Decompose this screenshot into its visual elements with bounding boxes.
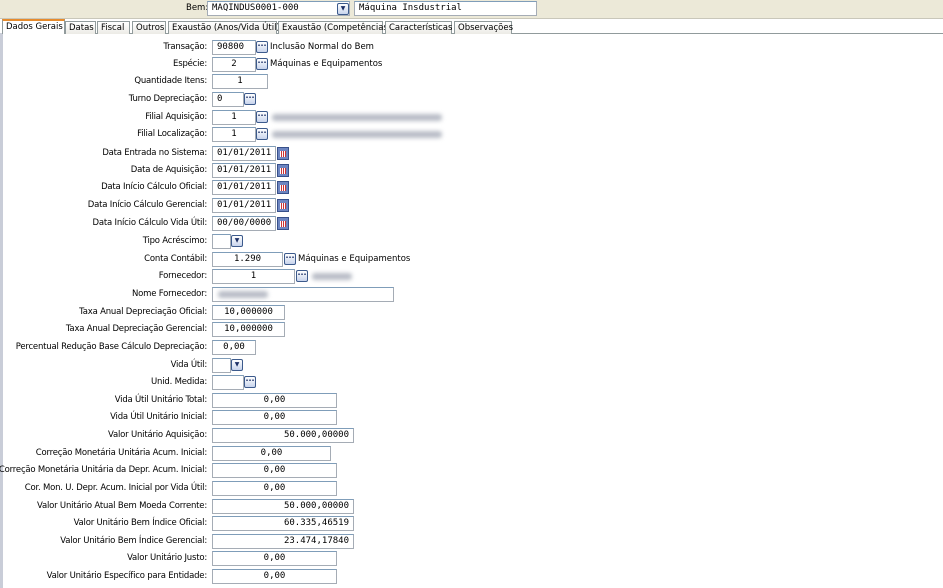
conta-contabil-description: Máquinas e Equipamentos <box>298 254 411 264</box>
correcao-acum-label: Correção Monetária Unitária Acum. Inicia… <box>35 448 207 458</box>
vida-util-inicial-input[interactable]: 0,00 <box>212 410 337 425</box>
unid-medida-input[interactable] <box>212 375 244 390</box>
data-aquisicao-label: Data de Aquisição: <box>130 165 207 175</box>
valor-especifico-input[interactable]: 0,00 <box>212 569 337 584</box>
data-inicio-gerencial-input[interactable]: 01/01/2011 <box>212 198 276 213</box>
vida-util-label: Vida Útil: <box>170 360 208 370</box>
data-inicio-oficial-input[interactable]: 01/01/2011 <box>212 180 276 195</box>
taxa-oficial-input[interactable]: 10,000000 <box>212 305 285 320</box>
data-entrada-input[interactable]: 01/01/2011 <box>212 146 276 161</box>
redacted-text <box>218 291 268 298</box>
especie-lookup-button[interactable]: ··· <box>256 58 268 70</box>
transacao-label: Transação: <box>163 42 207 52</box>
tab-observacoes[interactable]: Observações <box>454 21 513 34</box>
turno-label: Turno Depreciação: <box>128 94 207 104</box>
especie-input[interactable]: 2 <box>212 57 256 72</box>
filial-aquisicao-input[interactable]: 1 <box>212 110 256 125</box>
turno-lookup-button[interactable]: ··· <box>244 93 256 105</box>
percentual-reducao-input[interactable]: 0,00 <box>212 340 256 355</box>
transacao-lookup-button[interactable]: ··· <box>256 41 268 53</box>
correcao-depr-label: Correção Monetária Unitária da Depr. Acu… <box>0 465 207 475</box>
valor-justo-label: Valor Unitário Justo: <box>127 553 207 563</box>
left-border <box>0 33 3 588</box>
especie-label: Espécie: <box>173 59 207 69</box>
data-inicio-vida-util-label: Data Início Cálculo Vida Útil: <box>92 218 208 228</box>
correcao-acum-input[interactable]: 0,00 <box>212 446 331 461</box>
fornecedor-label: Fornecedor: <box>158 271 207 281</box>
unid-medida-label: Unid. Medida: <box>151 377 207 387</box>
cor-mon-vida-label: Cor. Mon. U. Depr. Acum. Inicial por Vid… <box>24 483 207 493</box>
percentual-reducao-label: Percentual Redução Base Cálculo Deprecia… <box>15 342 207 352</box>
tipo-acrescimo-label: Tipo Acréscimo: <box>142 236 207 246</box>
unid-medida-lookup-button[interactable]: ··· <box>244 376 256 388</box>
filial-localizacao-input[interactable]: 1 <box>212 127 256 142</box>
nome-fornecedor-input[interactable] <box>212 287 394 302</box>
vida-util-total-label: Vida Útil Unitário Total: <box>114 395 207 405</box>
filial-aquisicao-description-redacted <box>272 114 442 121</box>
valor-atual-label: Valor Unitário Atual Bem Moeda Corrente: <box>37 501 207 511</box>
vida-util-dropdown-button[interactable]: ▼ <box>231 359 243 371</box>
bem-code-input[interactable]: MAQINDUS0001-000 <box>207 1 350 16</box>
data-inicio-oficial-label: Data Início Cálculo Oficial: <box>101 182 207 192</box>
bem-dropdown-button[interactable]: ▼ <box>337 3 349 15</box>
valor-especifico-label: Valor Unitário Específico para Entidade: <box>46 571 208 581</box>
especie-description: Máquinas e Equipamentos <box>270 59 383 69</box>
data-aquisicao-input[interactable]: 01/01/2011 <box>212 163 276 178</box>
data-inicio-vida-util-calendar-icon[interactable] <box>277 217 289 230</box>
turno-input[interactable]: 0 <box>212 92 244 107</box>
quantidade-input[interactable]: 1 <box>212 74 268 89</box>
filial-localizacao-lookup-button[interactable]: ··· <box>256 128 268 140</box>
vida-util-total-input[interactable]: 0,00 <box>212 393 337 408</box>
valor-indice-gerencial-label: Valor Unitário Bem Índice Gerencial: <box>60 536 207 546</box>
bem-label: Bem: <box>186 3 209 13</box>
tab-fiscal[interactable]: Fiscal <box>97 21 130 34</box>
fornecedor-lookup-button[interactable]: ··· <box>296 270 308 282</box>
valor-indice-gerencial-input[interactable]: 23.474,17840 <box>212 534 354 549</box>
tab-exaustao-competencias[interactable]: Exaustão (Competências) <box>278 21 391 34</box>
tab-outros[interactable]: Outros <box>132 21 166 34</box>
conta-contabil-input[interactable]: 1.290 <box>212 252 283 267</box>
data-entrada-label: Data Entrada no Sistema: <box>102 148 207 158</box>
header-bar: Bem: MAQINDUS0001-000 ▼ Máquina Insdustr… <box>0 0 943 19</box>
vida-util-input[interactable] <box>212 358 231 373</box>
tab-exaustao-anos[interactable]: Exaustão (Anos/Vida Útil) <box>168 21 280 34</box>
transacao-description: Inclusão Normal do Bem <box>270 42 374 52</box>
filial-aquisicao-label: Filial Aquisição: <box>145 112 207 122</box>
quantidade-label: Quantidade Itens: <box>134 76 207 86</box>
tab-datas[interactable]: Datas <box>65 21 96 34</box>
fornecedor-input[interactable]: 1 <box>212 269 295 284</box>
data-inicio-vida-util-input[interactable]: 00/00/0000 <box>212 216 276 231</box>
conta-contabil-label: Conta Contábil: <box>144 254 207 264</box>
data-inicio-oficial-calendar-icon[interactable] <box>277 181 289 194</box>
correcao-depr-input[interactable]: 0,00 <box>212 463 337 478</box>
cor-mon-vida-input[interactable]: 0,00 <box>212 481 337 496</box>
fornecedor-description-redacted <box>312 273 352 280</box>
data-aquisicao-calendar-icon[interactable] <box>277 164 289 177</box>
conta-contabil-lookup-button[interactable]: ··· <box>284 253 296 265</box>
bem-name-input[interactable]: Máquina Insdustrial <box>354 1 537 16</box>
taxa-gerencial-label: Taxa Anual Depreciação Gerencial: <box>65 324 207 334</box>
valor-atual-input[interactable]: 50.000,00000 <box>212 499 354 514</box>
valor-aquisicao-input[interactable]: 50.000,00000 <box>212 428 354 443</box>
vida-util-inicial-label: Vida Útil Unitário Inicial: <box>110 412 207 422</box>
data-inicio-gerencial-calendar-icon[interactable] <box>277 199 289 212</box>
tab-dados-gerais[interactable]: Dados Gerais <box>2 19 65 34</box>
valor-indice-oficial-label: Valor Unitário Bem Índice Oficial: <box>73 518 208 528</box>
data-entrada-calendar-icon[interactable] <box>277 147 289 160</box>
valor-aquisicao-label: Valor Unitário Aquisição: <box>108 430 207 440</box>
filial-aquisicao-lookup-button[interactable]: ··· <box>256 111 268 123</box>
tipo-acrescimo-dropdown-button[interactable]: ▼ <box>231 235 243 247</box>
tab-caracteristicas[interactable]: Características <box>385 21 452 34</box>
valor-indice-oficial-input[interactable]: 60.335,46519 <box>212 516 354 531</box>
tipo-acrescimo-input[interactable] <box>212 234 231 249</box>
nome-fornecedor-label: Nome Fornecedor: <box>131 289 207 299</box>
filial-localizacao-label: Filial Localização: <box>137 129 207 139</box>
valor-justo-input[interactable]: 0,00 <box>212 551 337 566</box>
taxa-oficial-label: Taxa Anual Depreciação Oficial: <box>79 307 207 317</box>
tab-bar: Dados Gerais Datas Fiscal Outros Exaustã… <box>0 19 943 34</box>
data-inicio-gerencial-label: Data Início Cálculo Gerencial: <box>87 200 207 210</box>
filial-localizacao-description-redacted <box>272 131 442 138</box>
taxa-gerencial-input[interactable]: 10,000000 <box>212 322 285 337</box>
transacao-input[interactable]: 90800 <box>212 40 256 55</box>
